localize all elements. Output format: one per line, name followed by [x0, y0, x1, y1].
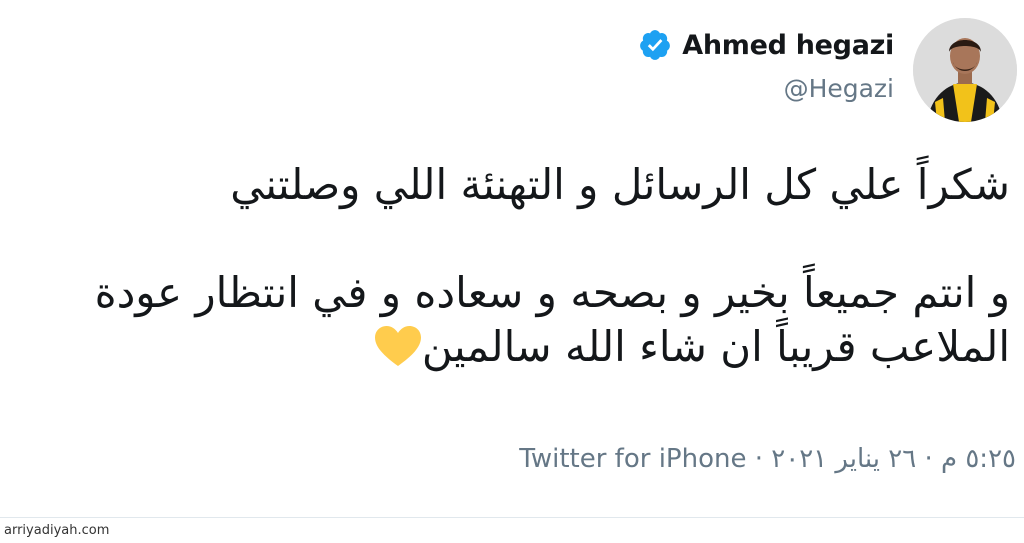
tweet-timestamp[interactable]: ٥:٢٥ م · ٢٦ يناير ٢٠٢١ · — [755, 444, 1016, 474]
avatar[interactable] — [913, 18, 1017, 122]
tweet-line-gap — [0, 212, 1010, 266]
divider — [0, 517, 1024, 518]
author-handle[interactable]: @Hegazi — [784, 74, 894, 103]
tweet-line-2: و انتم جميعاً بخير و بصحه و سعاده و في ا… — [94, 268, 1010, 317]
yellow-heart-icon — [374, 326, 421, 366]
watermark: arriyadiyah.com — [4, 523, 110, 538]
player-avatar-image — [913, 18, 1017, 122]
tweet-line-3: الملاعب قريباً ان شاء الله سالمين — [0, 320, 1010, 374]
tweet-text: شكراً علي كل الرسائل و التهنئة اللي وصلت… — [0, 158, 1010, 374]
verified-badge-icon — [640, 30, 671, 60]
author-display-name[interactable]: Ahmed hegazi — [682, 30, 894, 61]
tweet-line-1: شكراً علي كل الرسائل و التهنئة اللي وصلت… — [230, 160, 1010, 209]
tweet-line-3-text: الملاعب قريباً ان شاء الله سالمين — [421, 322, 1010, 371]
tweet-meta: ٥:٢٥ م · ٢٦ يناير ٢٠٢١ · Twitter for iPh… — [519, 444, 1016, 474]
author-name-row[interactable]: Ahmed hegazi — [638, 28, 894, 62]
tweet-card: Ahmed hegazi @Hegazi شكراً علي كل الرسائ… — [0, 0, 1024, 543]
tweet-source[interactable]: Twitter for iPhone — [519, 444, 746, 474]
